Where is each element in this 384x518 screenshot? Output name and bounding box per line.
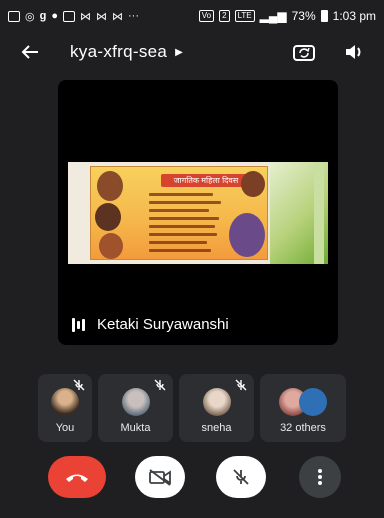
whatsapp-icon: ◎ (25, 10, 35, 23)
caret-right-icon[interactable]: ▶ (175, 47, 183, 58)
lte-icon: LTE (234, 10, 255, 22)
avatar (51, 388, 79, 416)
participant-name: You (55, 422, 75, 434)
more-options-button[interactable] (299, 456, 341, 498)
participant-name: 32 others (280, 422, 326, 434)
camera-off-icon (149, 469, 171, 486)
mail-icon-3: ⋈ (112, 10, 123, 23)
speaker-icon (346, 45, 361, 59)
message-icon (8, 10, 20, 22)
g-icon: g (39, 10, 47, 22)
system-icons: Vo 2 LTE ▂▄▆ 73% 1:03 pm (198, 9, 376, 23)
more-options-icon (318, 469, 322, 485)
avatar (121, 388, 150, 416)
switch-camera-icon (293, 45, 315, 61)
notification-icon: ● (51, 10, 58, 22)
portrait-image (241, 171, 265, 197)
portrait-image (229, 213, 265, 257)
avatar (202, 388, 231, 416)
signal-icon: ▂▄▆ (259, 9, 287, 23)
avatar-stack (299, 388, 328, 416)
end-call-button[interactable] (48, 456, 106, 498)
mic-off-icon (235, 379, 247, 391)
battery-icon (320, 10, 328, 22)
top-app-bar: kya-xfrq-sea ▶ (0, 32, 384, 72)
battery-percent: 73% (291, 9, 316, 23)
participant-name: sneha (201, 422, 232, 434)
back-arrow-icon (21, 45, 38, 59)
slide-panel: जागतिक महिला दिवस (90, 166, 268, 260)
slide-text-block (149, 193, 221, 257)
volte-icon: Vo (198, 10, 215, 22)
presenter-label: Ketaki Suryawanshi (72, 316, 229, 333)
mic-off-icon (233, 469, 249, 485)
sim-icon: 2 (219, 10, 230, 22)
participant-name: Mukta (120, 422, 151, 434)
participant-strip: You Mukta sneha 32 others (38, 374, 356, 442)
portrait-image (95, 203, 121, 231)
participant-tile-sneha[interactable]: sneha (179, 374, 254, 442)
mic-off-icon (154, 379, 166, 391)
camera-toggle-button[interactable] (135, 456, 185, 498)
presenter-name: Ketaki Suryawanshi (97, 316, 229, 333)
switch-camera-button[interactable] (292, 40, 316, 64)
presentation-tile[interactable]: जागतिक महिला दिवस Ketaki Suryawanshi (58, 80, 338, 345)
clock: 1:03 pm (332, 9, 376, 23)
audio-level-icon (72, 317, 85, 332)
mail-icon-2: ⋈ (96, 10, 107, 23)
meeting-code[interactable]: kya-xfrq-sea (70, 42, 167, 62)
end-call-icon (66, 474, 88, 482)
participant-tile-mukta[interactable]: Mukta (98, 374, 173, 442)
audio-output-button[interactable] (342, 40, 366, 64)
portrait-image (97, 171, 123, 201)
portrait-image (99, 233, 123, 259)
mail-icon: ⋈ (80, 10, 91, 23)
status-bar: ◎ g ● ⋈ ⋈ ⋈ ··· Vo 2 LTE ▂▄▆ 73% 1:03 pm (0, 0, 384, 32)
participant-tile-others[interactable]: 32 others (260, 374, 346, 442)
gallery-icon (63, 10, 75, 22)
mic-off-icon (73, 379, 85, 391)
participant-tile-you[interactable]: You (38, 374, 92, 442)
call-controls (0, 456, 384, 500)
more-notifications-icon: ··· (128, 10, 139, 22)
notification-icons: ◎ g ● ⋈ ⋈ ⋈ ··· (8, 10, 139, 23)
slide-title: जागतिक महिला दिवस (161, 174, 251, 187)
slide-stripe (314, 162, 324, 264)
shared-slide: जागतिक महिला दिवस (68, 162, 328, 264)
mic-toggle-button[interactable] (216, 456, 266, 498)
back-button[interactable] (18, 40, 42, 64)
